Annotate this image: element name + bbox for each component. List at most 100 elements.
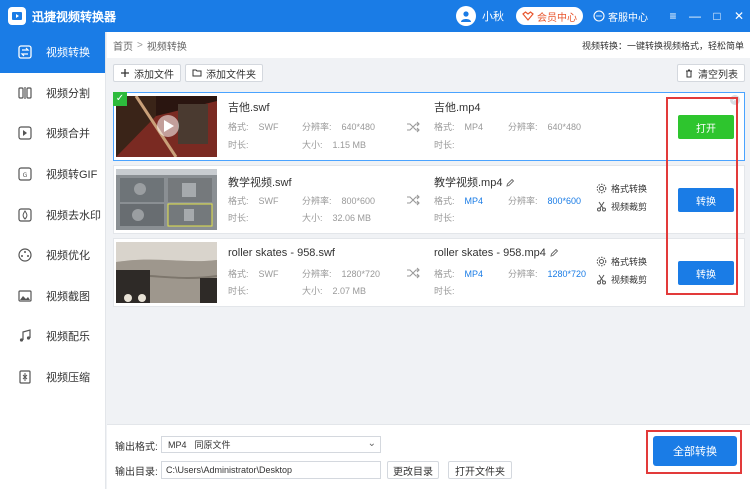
gear-icon — [596, 256, 607, 267]
gif-icon: G — [16, 165, 34, 183]
sidebar-item-label: 视频截图 — [46, 290, 90, 303]
gear-icon — [596, 183, 607, 194]
output-format-desc: 同原文件 — [194, 440, 231, 450]
target-duration: 时长: — [434, 286, 455, 296]
sidebar-item-merge[interactable]: 视频合并 — [0, 113, 105, 154]
sidebar-item-music[interactable]: 视频配乐 — [0, 316, 105, 357]
username[interactable]: 小秋 — [482, 8, 504, 24]
target-format: 格式: MP4 — [434, 196, 484, 206]
edit-name-icon[interactable] — [505, 178, 515, 188]
menu-button[interactable]: ≡ — [662, 0, 684, 32]
sidebar-item-label: 视频压缩 — [46, 372, 90, 385]
target-file-name[interactable]: roller skates - 958.mp4 — [434, 247, 559, 259]
target-file-name: 吉他.mp4 — [434, 102, 481, 114]
target-format: 格式: MP4 — [434, 122, 484, 132]
output-dir-input[interactable] — [161, 461, 381, 479]
scissors-icon — [597, 274, 606, 285]
merge-icon — [16, 124, 34, 142]
source-resolution: 分辨率: 1280*720 — [302, 269, 381, 279]
source-format: 格式: SWF — [228, 122, 279, 132]
vip-icon — [522, 11, 534, 21]
video-thumbnail — [116, 169, 217, 230]
format-convert-label: 格式转换 — [611, 184, 648, 194]
sidebar-item-gif[interactable]: G 视频转GIF — [0, 154, 105, 195]
sidebar-item-compress[interactable]: 视频压缩 — [0, 357, 105, 398]
support-center-label: 客服中心 — [608, 12, 648, 24]
open-folder-button[interactable]: 打开文件夹 — [448, 461, 512, 479]
chat-icon — [593, 10, 605, 22]
add-folder-label: 添加文件夹 — [206, 69, 256, 81]
target-file-name[interactable]: 教学视频.mp4 — [434, 174, 515, 190]
add-file-label: 添加文件 — [134, 69, 174, 81]
sidebar-item-label: 视频去水印 — [46, 209, 101, 222]
output-format-value: MP4 — [168, 439, 187, 450]
source-size: 大小: 1.15 MB — [302, 140, 367, 150]
sidebar-item-label: 视频合并 — [46, 128, 90, 141]
minimize-button[interactable]: — — [684, 0, 706, 32]
target-resolution: 分辨率: 800*600 — [508, 196, 582, 206]
output-format-label: 输出格式: — [115, 442, 158, 453]
sidebar-item-split[interactable]: 视频分割 — [0, 73, 105, 114]
sidebar-item-convert[interactable]: 视频转换 — [0, 32, 105, 73]
file-row[interactable]: 教学视频.swf 格式: SWF 分辨率: 800*600 时长: 大小: 32.06… — [113, 165, 745, 234]
target-resolution: 分辨率: 640*480 — [508, 122, 582, 132]
change-dir-button[interactable]: 更改目录 — [387, 461, 439, 479]
highlight-box — [646, 430, 742, 474]
clear-list-button[interactable]: 清空列表 — [677, 64, 745, 82]
target-duration: 时长: — [434, 213, 455, 223]
video-thumbnail — [116, 96, 217, 157]
user-avatar[interactable] — [456, 6, 476, 26]
app-logo-icon — [8, 7, 26, 25]
vip-center-label: 会员中心 — [537, 12, 577, 24]
format-convert-option[interactable]: 格式转换 — [596, 255, 647, 268]
source-duration: 时长: — [228, 213, 249, 223]
file-row[interactable]: ✓ 吉他.swf 格式: SWF 分辨率: 640*480 时长: 大小: 1.15 … — [113, 92, 745, 161]
screenshot-icon — [16, 287, 34, 305]
file-row[interactable]: roller skates - 958.swf 格式: SWF 分辨率: 1280*… — [113, 238, 745, 307]
sidebar-item-label: 视频优化 — [46, 250, 90, 263]
compress-icon — [16, 368, 34, 386]
source-size: 大小: 2.07 MB — [302, 286, 367, 296]
sidebar-item-optimize[interactable]: 视频优化 — [0, 235, 105, 276]
split-icon — [16, 84, 34, 102]
output-dir-label: 输出目录: — [115, 467, 158, 478]
format-convert-option[interactable]: 格式转换 — [596, 182, 647, 195]
folder-icon — [192, 69, 202, 77]
close-button[interactable]: ✕ — [728, 0, 750, 32]
video-cut-label: 视频裁剪 — [611, 202, 648, 212]
convert-arrow-icon — [407, 121, 420, 133]
vip-center-button[interactable]: 会员中心 — [516, 7, 583, 25]
format-convert-label: 格式转换 — [611, 257, 648, 267]
breadcrumb-separator: > — [137, 39, 143, 51]
edit-name-icon[interactable] — [549, 248, 559, 258]
checked-icon[interactable]: ✓ — [113, 92, 127, 106]
sidebar-item-screenshot[interactable]: 视频截图 — [0, 276, 105, 317]
video-cut-option[interactable]: 视频裁剪 — [596, 273, 647, 286]
music-icon — [16, 327, 34, 345]
breadcrumb-home[interactable]: 首页 — [113, 38, 133, 53]
sidebar-item-label: 视频转GIF — [46, 169, 98, 182]
title-bar: 迅捷视频转换器 小秋 会员中心 客服中心 ≡ — □ ✕ — [0, 0, 750, 32]
plus-icon — [121, 69, 129, 77]
convert-arrow-icon — [407, 267, 420, 279]
video-thumbnail — [116, 242, 217, 303]
add-file-button[interactable]: 添加文件 — [113, 64, 181, 82]
output-format-select[interactable]: MP4 同原文件 ⌄ — [161, 436, 381, 453]
optimize-icon — [16, 246, 34, 264]
toolbar: 添加文件 添加文件夹 清空列表 — [107, 62, 750, 84]
scissors-icon — [597, 201, 606, 212]
video-cut-label: 视频裁剪 — [611, 275, 648, 285]
source-duration: 时长: — [228, 286, 249, 296]
sidebar-item-watermark[interactable]: 视频去水印 — [0, 194, 105, 235]
app-title: 迅捷视频转换器 — [32, 9, 117, 24]
watermark-icon — [16, 206, 34, 224]
chevron-down-icon: ⌄ — [367, 438, 376, 449]
maximize-button[interactable]: □ — [706, 0, 728, 32]
add-folder-button[interactable]: 添加文件夹 — [185, 64, 263, 82]
support-center-button[interactable]: 客服中心 — [593, 9, 648, 24]
video-cut-option[interactable]: 视频裁剪 — [596, 200, 647, 213]
source-format: 格式: SWF — [228, 196, 279, 206]
breadcrumb-current: 视频转换 — [146, 41, 187, 53]
source-resolution: 分辨率: 800*600 — [302, 196, 376, 206]
main-panel: 首页 > 视频转换 视频转换：一键转换视频格式，轻松简单 添加文件 添加文件夹 … — [107, 32, 750, 489]
